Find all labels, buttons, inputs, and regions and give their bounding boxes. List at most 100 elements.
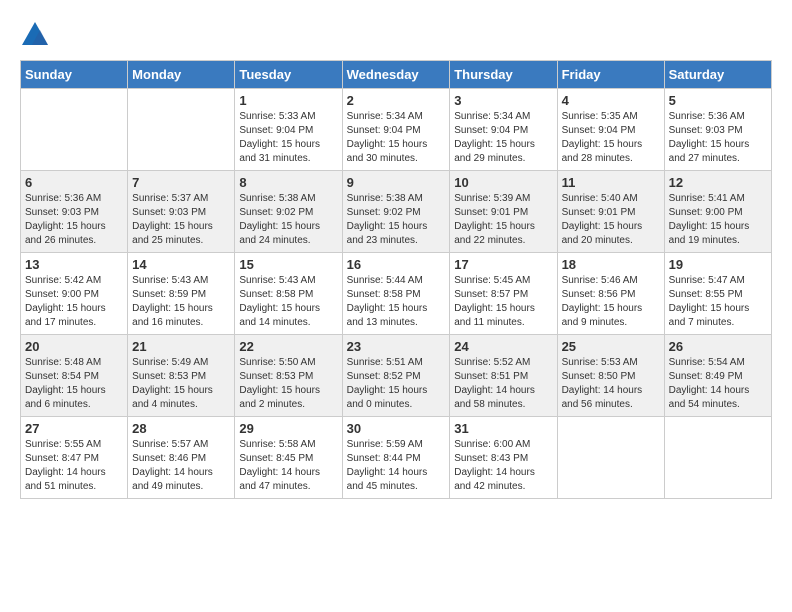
calendar-cell: 3 Sunrise: 5:34 AM Sunset: 9:04 PM Daylig… xyxy=(450,89,557,171)
calendar-cell: 16 Sunrise: 5:44 AM Sunset: 8:58 PM Dayli… xyxy=(342,253,450,335)
day-number: 24 xyxy=(454,339,552,354)
calendar-cell: 25 Sunrise: 5:53 AM Sunset: 8:50 PM Dayli… xyxy=(557,335,664,417)
day-number: 29 xyxy=(239,421,337,436)
day-info: Sunrise: 5:36 AM Sunset: 9:03 PM Dayligh… xyxy=(25,192,123,248)
calendar-cell: 19Sunrise: 5:47 AM Sunset: 8:55 PM Dayli… xyxy=(664,253,771,335)
day-number: 16 xyxy=(347,257,446,272)
day-info: Sunrise: 5:33 AM Sunset: 9:04 PM Dayligh… xyxy=(239,110,337,166)
calendar-cell: 29 Sunrise: 5:58 AM Sunset: 8:45 PM Dayli… xyxy=(235,417,342,499)
day-number: 11 xyxy=(562,175,660,190)
header-day-friday: Friday xyxy=(557,61,664,89)
calendar-cell: 10 Sunrise: 5:39 AM Sunset: 9:01 PM Dayli… xyxy=(450,171,557,253)
calendar-cell: 11 Sunrise: 5:40 AM Sunset: 9:01 PM Dayli… xyxy=(557,171,664,253)
calendar-table: SundayMondayTuesdayWednesdayThursdayFrid… xyxy=(20,60,772,499)
header-day-sunday: Sunday xyxy=(21,61,128,89)
calendar-cell xyxy=(21,89,128,171)
day-info: Sunrise: 5:37 AM Sunset: 9:03 PM Dayligh… xyxy=(132,192,230,248)
week-row-2: 6 Sunrise: 5:36 AM Sunset: 9:03 PM Daylig… xyxy=(21,171,772,253)
week-row-5: 27 Sunrise: 5:55 AM Sunset: 8:47 PM Dayli… xyxy=(21,417,772,499)
day-info: Sunrise: 5:55 AM Sunset: 8:47 PM Dayligh… xyxy=(25,438,123,494)
day-number: 28 xyxy=(132,421,230,436)
day-info: Sunrise: 5:58 AM Sunset: 8:45 PM Dayligh… xyxy=(239,438,337,494)
day-number: 18 xyxy=(562,257,660,272)
calendar-cell: 28Sunrise: 5:57 AM Sunset: 8:46 PM Dayli… xyxy=(128,417,235,499)
day-number: 4 xyxy=(562,93,660,108)
day-number: 3 xyxy=(454,93,552,108)
calendar-cell xyxy=(664,417,771,499)
day-info: Sunrise: 5:50 AM Sunset: 8:53 PM Dayligh… xyxy=(239,356,337,412)
day-info: Sunrise: 5:41 AM Sunset: 9:00 PM Dayligh… xyxy=(669,192,767,248)
day-info: Sunrise: 5:39 AM Sunset: 9:01 PM Dayligh… xyxy=(454,192,552,248)
calendar-cell: 14 Sunrise: 5:43 AM Sunset: 8:59 PM Dayli… xyxy=(128,253,235,335)
day-number: 17 xyxy=(454,257,552,272)
calendar-cell: 7 Sunrise: 5:37 AM Sunset: 9:03 PM Daylig… xyxy=(128,171,235,253)
week-row-4: 20Sunrise: 5:48 AM Sunset: 8:54 PM Dayli… xyxy=(21,335,772,417)
logo xyxy=(20,20,54,50)
day-info: Sunrise: 5:44 AM Sunset: 8:58 PM Dayligh… xyxy=(347,274,446,330)
header-row: SundayMondayTuesdayWednesdayThursdayFrid… xyxy=(21,61,772,89)
header-day-wednesday: Wednesday xyxy=(342,61,450,89)
calendar-cell: 18 Sunrise: 5:46 AM Sunset: 8:56 PM Dayli… xyxy=(557,253,664,335)
day-number: 9 xyxy=(347,175,446,190)
day-number: 15 xyxy=(239,257,337,272)
day-info: Sunrise: 5:59 AM Sunset: 8:44 PM Dayligh… xyxy=(347,438,446,494)
day-info: Sunrise: 5:52 AM Sunset: 8:51 PM Dayligh… xyxy=(454,356,552,412)
day-number: 27 xyxy=(25,421,123,436)
calendar-cell: 8Sunrise: 5:38 AM Sunset: 9:02 PM Daylig… xyxy=(235,171,342,253)
calendar-cell: 4 Sunrise: 5:35 AM Sunset: 9:04 PM Daylig… xyxy=(557,89,664,171)
day-info: Sunrise: 5:34 AM Sunset: 9:04 PM Dayligh… xyxy=(454,110,552,166)
day-info: Sunrise: 5:53 AM Sunset: 8:50 PM Dayligh… xyxy=(562,356,660,412)
calendar-cell: 27 Sunrise: 5:55 AM Sunset: 8:47 PM Dayli… xyxy=(21,417,128,499)
calendar-cell: 1Sunrise: 5:33 AM Sunset: 9:04 PM Daylig… xyxy=(235,89,342,171)
calendar-cell: 21Sunrise: 5:49 AM Sunset: 8:53 PM Dayli… xyxy=(128,335,235,417)
day-info: Sunrise: 6:00 AM Sunset: 8:43 PM Dayligh… xyxy=(454,438,552,494)
calendar-cell: 26Sunrise: 5:54 AM Sunset: 8:49 PM Dayli… xyxy=(664,335,771,417)
day-number: 23 xyxy=(347,339,446,354)
day-number: 13 xyxy=(25,257,123,272)
day-info: Sunrise: 5:35 AM Sunset: 9:04 PM Dayligh… xyxy=(562,110,660,166)
day-info: Sunrise: 5:47 AM Sunset: 8:55 PM Dayligh… xyxy=(669,274,767,330)
day-info: Sunrise: 5:40 AM Sunset: 9:01 PM Dayligh… xyxy=(562,192,660,248)
day-number: 10 xyxy=(454,175,552,190)
calendar-cell: 20Sunrise: 5:48 AM Sunset: 8:54 PM Dayli… xyxy=(21,335,128,417)
header-day-thursday: Thursday xyxy=(450,61,557,89)
calendar-body: 1Sunrise: 5:33 AM Sunset: 9:04 PM Daylig… xyxy=(21,89,772,499)
week-row-1: 1Sunrise: 5:33 AM Sunset: 9:04 PM Daylig… xyxy=(21,89,772,171)
day-number: 2 xyxy=(347,93,446,108)
day-info: Sunrise: 5:43 AM Sunset: 8:59 PM Dayligh… xyxy=(132,274,230,330)
week-row-3: 13 Sunrise: 5:42 AM Sunset: 9:00 PM Dayli… xyxy=(21,253,772,335)
calendar-cell: 22 Sunrise: 5:50 AM Sunset: 8:53 PM Dayli… xyxy=(235,335,342,417)
header-day-monday: Monday xyxy=(128,61,235,89)
page-header xyxy=(20,20,772,50)
day-info: Sunrise: 5:45 AM Sunset: 8:57 PM Dayligh… xyxy=(454,274,552,330)
day-number: 14 xyxy=(132,257,230,272)
day-number: 21 xyxy=(132,339,230,354)
calendar-header: SundayMondayTuesdayWednesdayThursdayFrid… xyxy=(21,61,772,89)
day-info: Sunrise: 5:38 AM Sunset: 9:02 PM Dayligh… xyxy=(347,192,446,248)
header-day-tuesday: Tuesday xyxy=(235,61,342,89)
calendar-cell: 9 Sunrise: 5:38 AM Sunset: 9:02 PM Daylig… xyxy=(342,171,450,253)
day-info: Sunrise: 5:42 AM Sunset: 9:00 PM Dayligh… xyxy=(25,274,123,330)
day-number: 5 xyxy=(669,93,767,108)
header-day-saturday: Saturday xyxy=(664,61,771,89)
logo-icon xyxy=(20,20,50,50)
day-number: 6 xyxy=(25,175,123,190)
day-info: Sunrise: 5:48 AM Sunset: 8:54 PM Dayligh… xyxy=(25,356,123,412)
day-number: 8 xyxy=(239,175,337,190)
day-info: Sunrise: 5:43 AM Sunset: 8:58 PM Dayligh… xyxy=(239,274,337,330)
day-info: Sunrise: 5:51 AM Sunset: 8:52 PM Dayligh… xyxy=(347,356,446,412)
calendar-cell: 2 Sunrise: 5:34 AM Sunset: 9:04 PM Daylig… xyxy=(342,89,450,171)
calendar-cell: 31 Sunrise: 6:00 AM Sunset: 8:43 PM Dayli… xyxy=(450,417,557,499)
calendar-cell: 13 Sunrise: 5:42 AM Sunset: 9:00 PM Dayli… xyxy=(21,253,128,335)
day-number: 26 xyxy=(669,339,767,354)
calendar-cell: 23 Sunrise: 5:51 AM Sunset: 8:52 PM Dayli… xyxy=(342,335,450,417)
day-number: 22 xyxy=(239,339,337,354)
day-number: 25 xyxy=(562,339,660,354)
calendar-cell: 30 Sunrise: 5:59 AM Sunset: 8:44 PM Dayli… xyxy=(342,417,450,499)
day-number: 7 xyxy=(132,175,230,190)
day-info: Sunrise: 5:46 AM Sunset: 8:56 PM Dayligh… xyxy=(562,274,660,330)
day-number: 31 xyxy=(454,421,552,436)
calendar-cell: 5Sunrise: 5:36 AM Sunset: 9:03 PM Daylig… xyxy=(664,89,771,171)
day-number: 30 xyxy=(347,421,446,436)
day-info: Sunrise: 5:34 AM Sunset: 9:04 PM Dayligh… xyxy=(347,110,446,166)
